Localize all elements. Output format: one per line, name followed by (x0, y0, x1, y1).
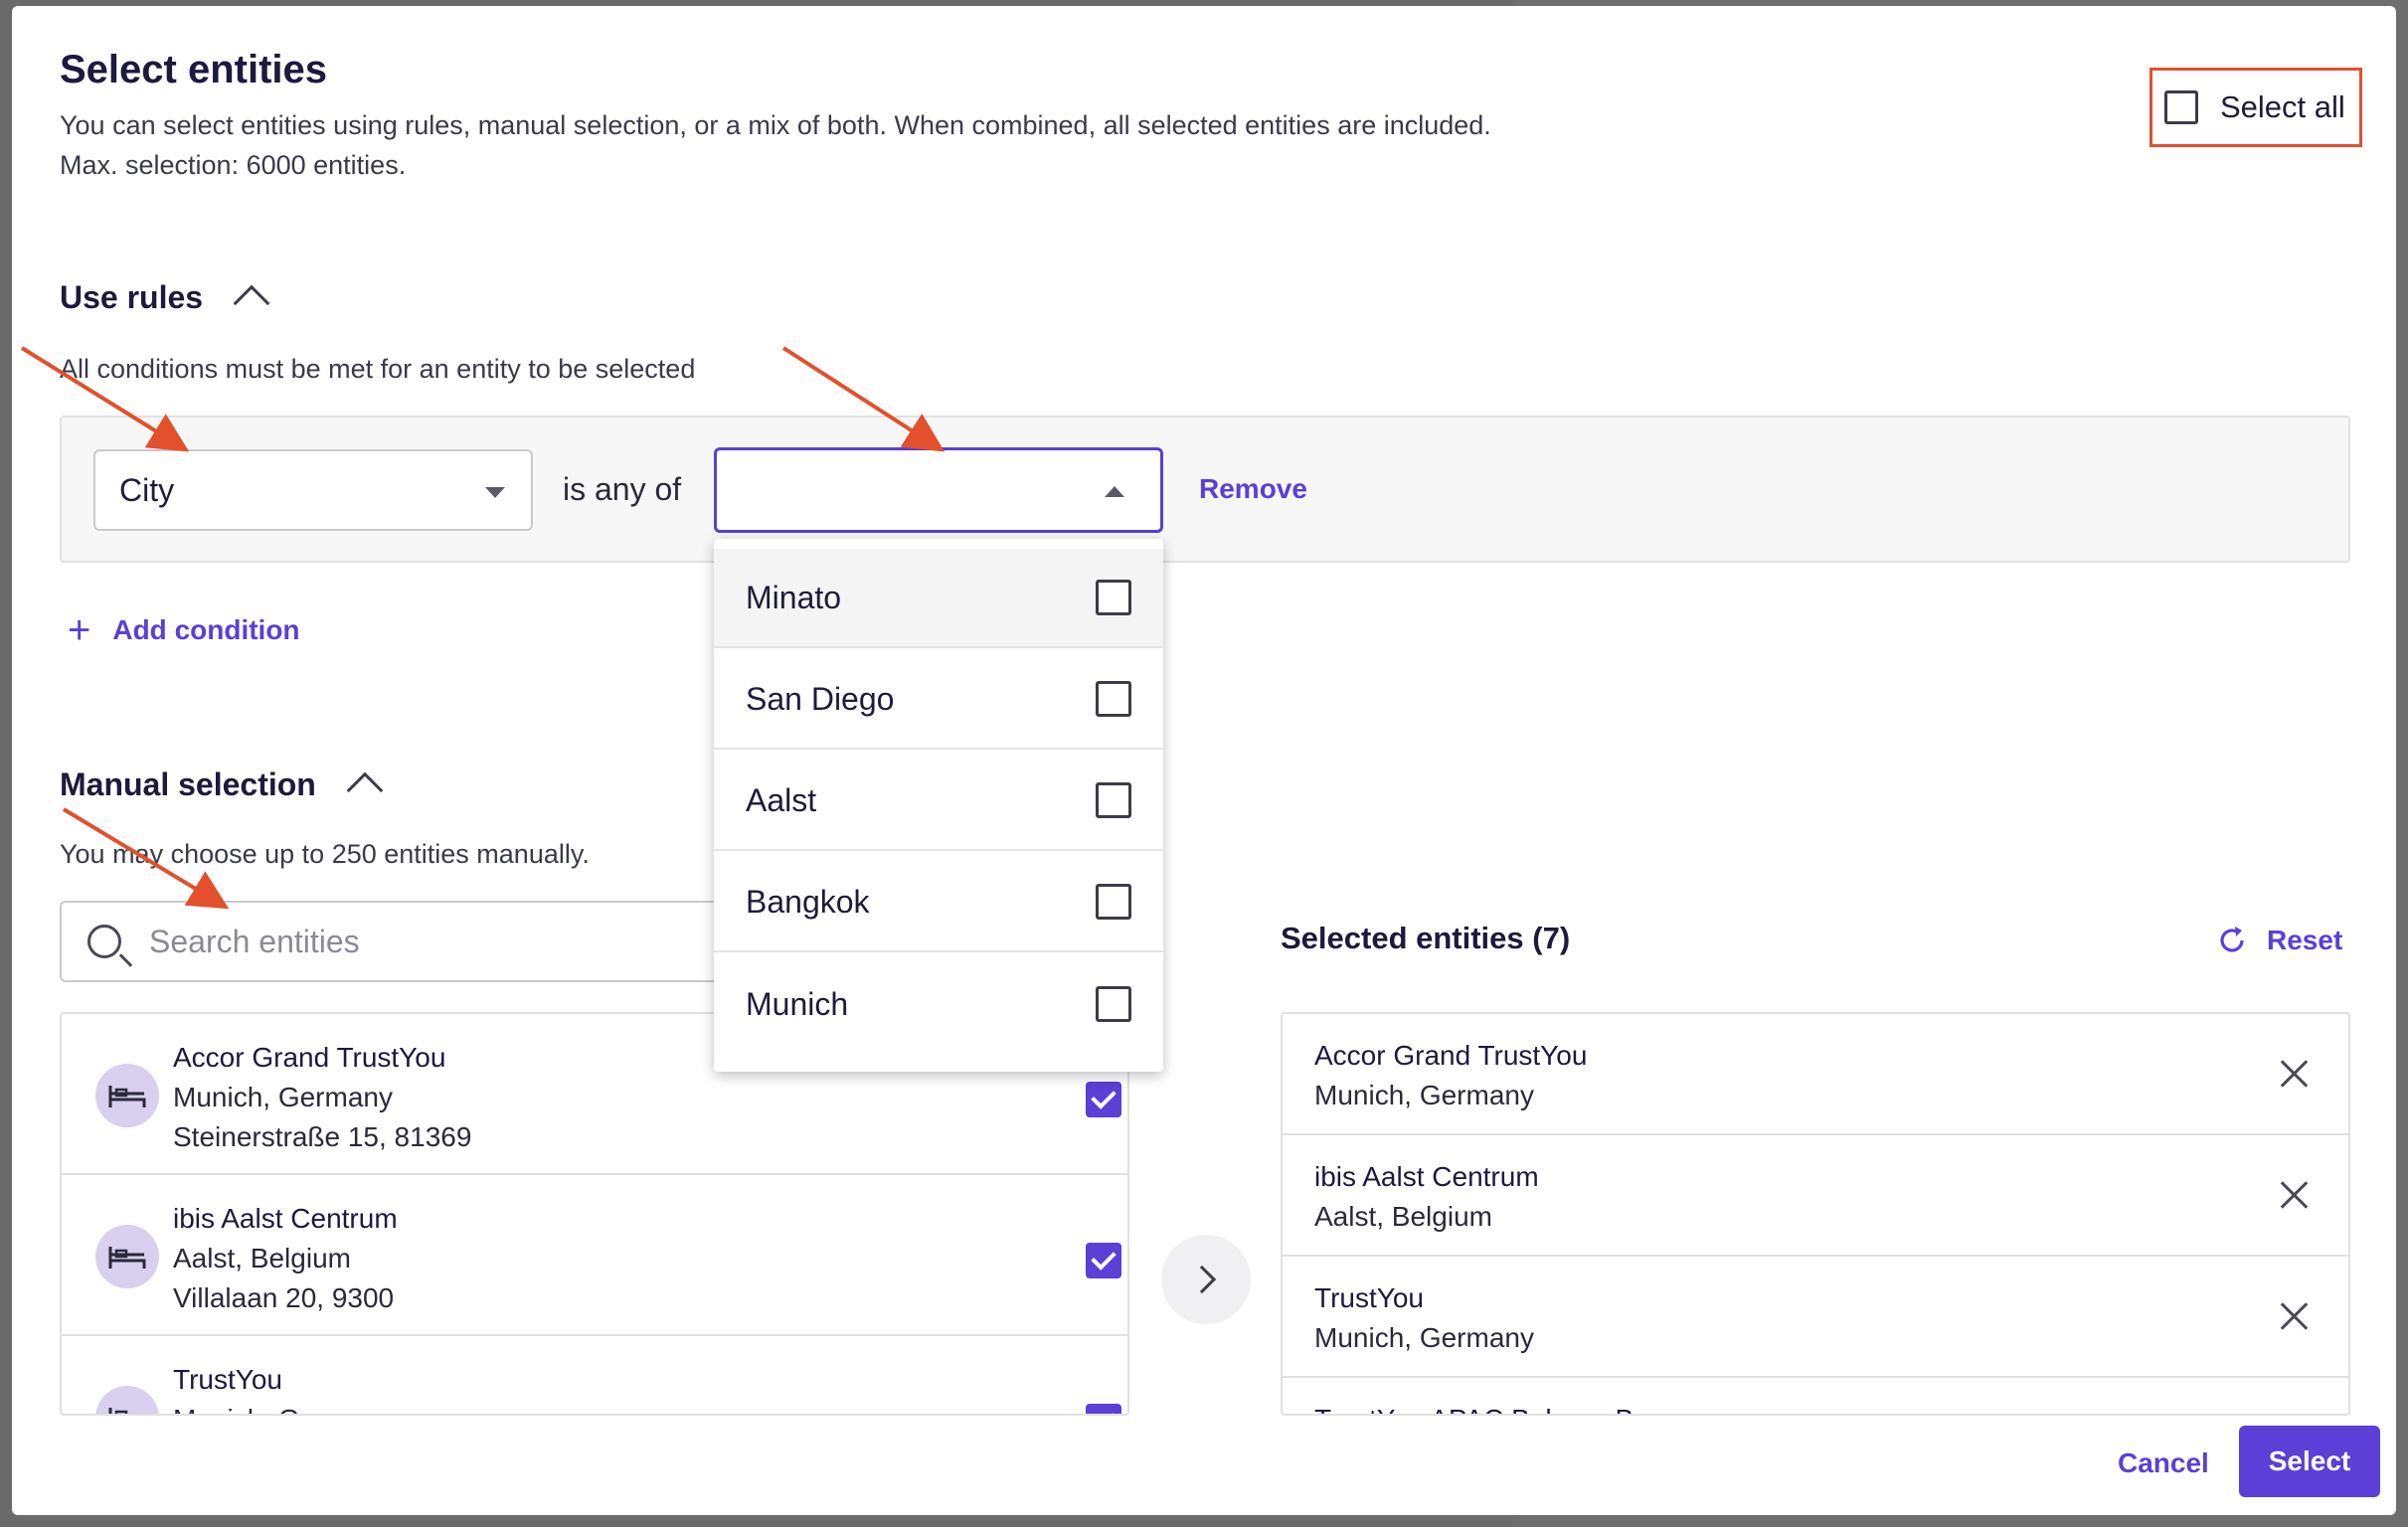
selected-location: Aalst, Belgium (1314, 1201, 1492, 1232)
caret-down-icon (485, 487, 505, 498)
search-icon (87, 925, 121, 958)
chevron-up-icon (233, 284, 270, 322)
entity-address: Steinerstraße 15, 81369 (173, 1121, 472, 1152)
selected-info: TrustYou APAC Bahnen B (1314, 1400, 1634, 1414)
entity-location: Munich, Germany (173, 1082, 393, 1112)
entity-list[interactable]: Accor Grand TrustYou Munich, Germany Ste… (60, 1012, 1129, 1416)
checkbox-icon[interactable] (1096, 986, 1131, 1022)
modal-description: You can select entities using rules, man… (60, 105, 1491, 185)
city-dropdown-menu: Minato San Diego Aalst Bangkok Munich (714, 539, 1163, 1072)
entity-name: TrustYou (173, 1364, 282, 1395)
selected-name: TrustYou (1314, 1282, 1424, 1313)
reset-button[interactable]: Reset (2217, 925, 2342, 956)
manual-heading: Manual selection (60, 765, 316, 802)
selected-item: Accor Grand TrustYou Munich, Germany (1283, 1014, 2348, 1135)
checkbox-icon[interactable] (1096, 681, 1131, 717)
manual-section-toggle[interactable]: Manual selection (60, 765, 384, 809)
condition-field-select[interactable]: City (93, 449, 533, 531)
entity-checkbox-checked[interactable] (1086, 1082, 1121, 1117)
select-entities-modal: Select entities You can select entities … (12, 6, 2396, 1515)
option-label: Munich (746, 985, 849, 1022)
checkbox-icon[interactable] (1096, 580, 1131, 615)
selected-info: TrustYou Munich, Germany (1314, 1278, 1534, 1358)
selected-location: Munich, Germany (1314, 1322, 1534, 1353)
selected-item: ibis Aalst Centrum Aalst, Belgium (1283, 1135, 2348, 1257)
dropdown-option[interactable]: San Diego (714, 650, 1163, 750)
entity-info: Accor Grand TrustYou Munich, Germany Ste… (173, 1038, 471, 1157)
search-input[interactable]: Search entities (60, 901, 736, 982)
chevron-right-icon (1187, 1265, 1217, 1294)
checkbox-icon[interactable] (1096, 782, 1131, 818)
search-placeholder: Search entities (149, 923, 360, 959)
entity-checkbox-checked[interactable] (1086, 1404, 1121, 1414)
plus-icon: + (68, 608, 91, 652)
entity-info: ibis Aalst Centrum Aalst, Belgium Villal… (173, 1199, 398, 1318)
condition-field-value: City (119, 471, 175, 508)
selected-heading: Selected entities (7) (1281, 921, 1571, 955)
selected-name: Accor Grand TrustYou (1314, 1040, 1588, 1071)
entity-address: Villalaan 20, 9300 (173, 1282, 395, 1313)
modal-title: Select entities (60, 48, 328, 91)
description-line-1: You can select entities using rules, man… (60, 110, 1491, 140)
selected-info: Accor Grand TrustYou Munich, Germany (1314, 1036, 1587, 1115)
close-icon[interactable] (2279, 1300, 2311, 1332)
list-item[interactable]: ibis Aalst Centrum Aalst, Belgium Villal… (62, 1175, 1127, 1336)
list-item[interactable]: TrustYou Munich, Germany (62, 1336, 1127, 1414)
chevron-up-icon (346, 771, 384, 809)
rules-section-toggle[interactable]: Use rules (60, 278, 270, 322)
dropdown-option[interactable]: Aalst (714, 752, 1163, 851)
bed-icon (95, 1064, 159, 1127)
entity-info: TrustYou Munich, Germany (173, 1360, 393, 1414)
checkbox-icon[interactable] (1096, 884, 1131, 920)
selected-item: TrustYou APAC Bahnen B (1283, 1378, 2348, 1414)
reset-label: Reset (2267, 925, 2343, 955)
refresh-icon (2220, 927, 2244, 952)
selected-name: TrustYou APAC Bahnen B (1314, 1400, 1634, 1414)
select-all-label: Select all (2220, 89, 2345, 124)
caret-up-icon (1105, 486, 1124, 497)
checkbox-icon (2164, 90, 2198, 124)
dropdown-option[interactable]: Bangkok (714, 853, 1163, 952)
option-label: Aalst (746, 781, 817, 818)
dropdown-option[interactable]: Munich (714, 954, 1163, 1054)
entity-name: ibis Aalst Centrum (173, 1203, 398, 1234)
entity-checkbox-checked[interactable] (1086, 1243, 1121, 1278)
bed-icon (95, 1386, 159, 1414)
description-line-2: Max. selection: 6000 entities. (60, 150, 407, 180)
add-condition-button[interactable]: + Add condition (68, 608, 300, 652)
condition-value-select[interactable] (714, 447, 1163, 533)
rules-subtitle: All conditions must be met for an entity… (60, 354, 696, 384)
add-condition-label: Add condition (112, 614, 300, 645)
select-all-checkbox[interactable]: Select all (2150, 68, 2362, 147)
selected-location: Munich, Germany (1314, 1080, 1534, 1110)
close-icon[interactable] (2279, 1058, 2311, 1090)
cancel-button[interactable]: Cancel (2118, 1447, 2209, 1479)
selected-entity-list[interactable]: Accor Grand TrustYou Munich, Germany ibi… (1281, 1012, 2350, 1416)
manual-subtitle: You may choose up to 250 entities manual… (60, 839, 590, 869)
selected-info: ibis Aalst Centrum Aalst, Belgium (1314, 1157, 1539, 1237)
rules-heading: Use rules (60, 278, 204, 315)
entity-location: Munich, Germany (173, 1400, 393, 1414)
option-label: San Diego (746, 680, 895, 717)
remove-condition-button[interactable]: Remove (1199, 473, 1307, 505)
selected-item: TrustYou Munich, Germany (1283, 1257, 2348, 1378)
close-icon[interactable] (2279, 1179, 2311, 1211)
option-label: Minato (746, 579, 842, 615)
entity-location: Aalst, Belgium (173, 1243, 351, 1273)
bed-icon (95, 1225, 159, 1288)
selected-name: ibis Aalst Centrum (1314, 1161, 1539, 1192)
option-label: Bangkok (746, 883, 870, 920)
move-to-selected-button[interactable] (1161, 1235, 1251, 1324)
entity-name: Accor Grand TrustYou (173, 1042, 446, 1073)
condition-operator: is any of (563, 471, 682, 507)
dropdown-option[interactable]: Minato (714, 549, 1163, 648)
select-button[interactable]: Select (2239, 1426, 2380, 1497)
